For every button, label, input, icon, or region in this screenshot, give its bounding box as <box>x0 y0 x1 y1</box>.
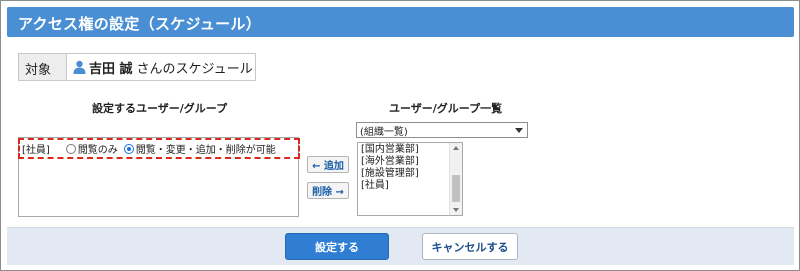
assigned-row[interactable]: [社員] 閲覧のみ 閲覧・変更・追加・削除が可能 <box>18 138 300 159</box>
scroll-down-icon[interactable] <box>453 208 459 212</box>
radio-view-only-control[interactable] <box>65 143 76 154</box>
radio-full-access-control[interactable] <box>123 143 134 154</box>
chevron-down-icon[interactable] <box>515 128 523 133</box>
list-item[interactable]: [国内営業部] <box>361 144 462 156</box>
assigned-heading: 設定するユーザー/グループ <box>92 102 228 115</box>
remove-button[interactable]: 削除 → <box>307 182 349 199</box>
org-select[interactable]: (組織一覧) <box>356 122 528 138</box>
radio-full-access[interactable]: 閲覧・変更・追加・削除が可能 <box>123 141 276 156</box>
scroll-up-icon[interactable] <box>453 146 459 150</box>
radio-view-only-label: 閲覧のみ <box>77 145 118 156</box>
target-user-name: 吉田 誠 <box>89 61 133 77</box>
cancel-button[interactable]: キャンセルする <box>422 233 518 260</box>
list-item[interactable]: [海外営業部] <box>361 156 462 168</box>
user-list-heading: ユーザー/グループ一覧 <box>389 102 503 115</box>
target-value: 吉田 誠 さんのスケジュール <box>67 54 255 80</box>
title-bar: アクセス権の設定（スケジュール） <box>7 7 794 37</box>
assigned-row-name: [社員] <box>22 145 50 156</box>
dialog-frame: アクセス権の設定（スケジュール） 対象 吉田 誠 さんのスケジュール 設定するユ… <box>0 0 800 271</box>
person-icon <box>73 60 86 74</box>
list-scrollbar[interactable] <box>449 143 462 215</box>
org-select-value: (組織一覧) <box>360 126 408 138</box>
submit-button[interactable]: 設定する <box>285 233 389 260</box>
add-button[interactable]: ← 追加 <box>307 156 349 173</box>
list-item[interactable]: [施設管理部] <box>361 168 462 180</box>
radio-full-access-label: 閲覧・変更・追加・削除が可能 <box>135 145 276 156</box>
target-suffix: さんのスケジュール <box>136 61 253 77</box>
user-group-list[interactable]: [国内営業部] [海外営業部] [施設管理部] [社員] <box>357 142 463 216</box>
list-item[interactable]: [社員] <box>361 180 462 192</box>
radio-view-only[interactable]: 閲覧のみ <box>65 141 118 156</box>
target-label: 対象 <box>19 54 67 80</box>
target-info: 対象 吉田 誠 さんのスケジュール <box>18 53 256 81</box>
page-title: アクセス権の設定（スケジュール） <box>18 15 262 33</box>
scroll-thumb[interactable] <box>452 175 460 202</box>
footer-bar <box>7 227 794 265</box>
